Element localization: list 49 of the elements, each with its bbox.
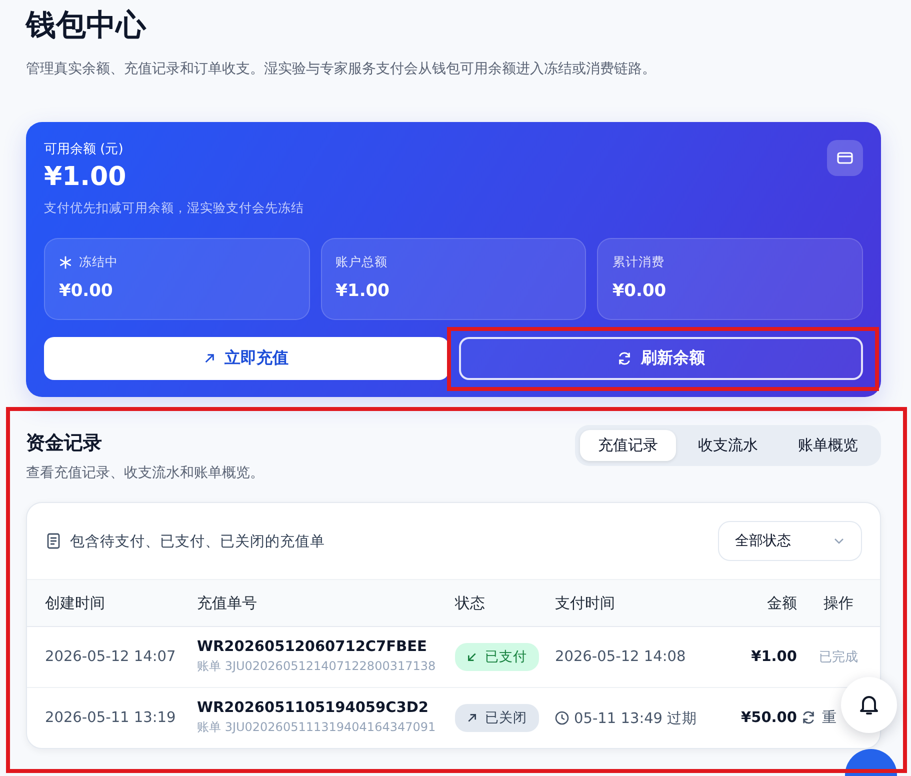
- column-header: 支付时间: [555, 594, 616, 612]
- retry-button[interactable]: 重: [801, 708, 837, 726]
- status-badge: 已关闭: [455, 704, 539, 732]
- stat-value: ¥1.00: [336, 281, 390, 301]
- column-header: 金额: [766, 594, 797, 612]
- chevron-down-icon: [833, 537, 845, 545]
- status-select[interactable]: 全部状态: [718, 521, 862, 561]
- stat-label: 累计消费: [612, 254, 664, 271]
- table-cell-text: 2026-05-12 14:07: [45, 649, 177, 665]
- balance-amount: ¥1.00: [44, 162, 128, 192]
- page-subtitle: 管理真实余额、充值记录和订单收支。湿实验与专家服务支付会从钱包可用余额进入冻结或消费链路。: [26, 60, 657, 78]
- section-title: 资金记录: [26, 431, 103, 456]
- page-title: 钱包中心: [26, 7, 148, 45]
- status-text: 已完成: [819, 650, 858, 665]
- refresh-icon: [616, 351, 632, 366]
- column-header: 状态: [455, 594, 486, 612]
- stat-label: 账户总额: [336, 254, 388, 271]
- tab[interactable]: 充值记录: [580, 430, 676, 461]
- table-cell-text: 2026-05-11 13:19: [45, 710, 177, 726]
- column-header: 充值单号: [197, 594, 258, 612]
- recharge-button[interactable]: 立即充值: [44, 337, 448, 380]
- filter-note: 包含待支付、已支付、已关闭的充值单: [70, 532, 325, 550]
- amount-cell-text: ¥1.00: [750, 649, 797, 665]
- stat-value: ¥0.00: [612, 281, 668, 301]
- section-subtitle: 查看充值记录、收支流水和账单概览。: [26, 464, 264, 482]
- status-badge: 已支付: [455, 643, 539, 671]
- column-header: 操作: [822, 594, 854, 612]
- order-number: WR2026051105194059C3D2: [197, 700, 430, 716]
- refresh-icon: [801, 710, 816, 724]
- pay-time: 2026-05-12 14:08: [555, 649, 686, 665]
- balance-label: 可用余额 (元): [44, 141, 124, 158]
- document-icon: [47, 533, 60, 549]
- amount-cell-text: ¥50.00: [740, 710, 797, 726]
- clock-icon: [555, 711, 569, 725]
- column-header: 创建时间: [45, 594, 106, 612]
- bill-number: 账单 3JU0202605121407122800317138: [197, 658, 437, 675]
- balance-note: 支付优先扣减可用余额，湿实验支付会先冻结: [44, 200, 304, 217]
- snowflake-icon: [59, 256, 72, 269]
- bell-icon: [859, 694, 879, 716]
- stat-label: 冻结中: [79, 254, 118, 271]
- arrow-icon: [204, 353, 216, 364]
- refresh-button[interactable]: 刷新余额: [458, 337, 863, 380]
- tab[interactable]: 账单概览: [780, 430, 876, 461]
- tab[interactable]: 收支流水: [680, 430, 776, 461]
- bill-number: 账单 3JU0202605111319404164347091: [197, 719, 437, 736]
- card-icon[interactable]: [827, 140, 863, 176]
- pay-time: 05-11 13:49 过期: [574, 710, 698, 728]
- order-number: WR20260512060712C7FBEE: [197, 639, 428, 655]
- stat-value: ¥0.00: [59, 281, 114, 301]
